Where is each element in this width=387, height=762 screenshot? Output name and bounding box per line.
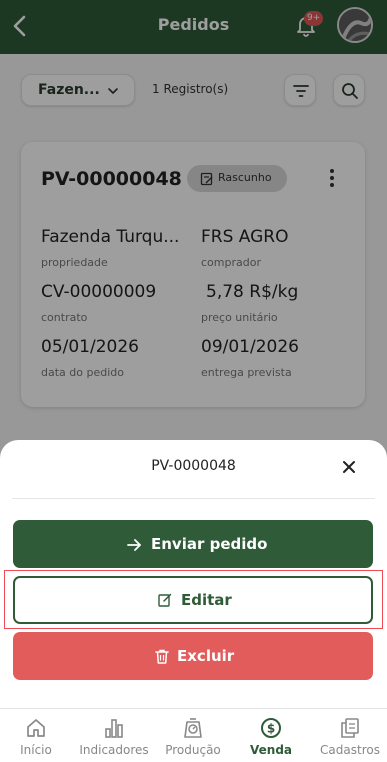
bar-chart-icon — [105, 719, 123, 738]
send-order-label: Enviar pedido — [151, 535, 268, 553]
trash-icon — [155, 649, 169, 664]
tab-producao[interactable]: Produção — [160, 709, 226, 762]
copy-icon — [341, 718, 359, 738]
tab-indicadores[interactable]: Indicadores — [76, 709, 152, 762]
edit-button-highlight — [4, 570, 383, 629]
tab-label: Início — [20, 743, 52, 757]
home-icon — [27, 719, 45, 737]
tab-label: Venda — [250, 743, 292, 757]
delete-button[interactable]: Excluir — [13, 632, 373, 680]
tab-venda[interactable]: $ Venda — [240, 709, 302, 762]
tab-label: Indicadores — [79, 743, 149, 757]
arrow-right-icon — [127, 539, 141, 551]
dollar-circle-icon: $ — [261, 718, 281, 738]
send-order-button[interactable]: Enviar pedido — [13, 520, 373, 568]
tab-cadastros[interactable]: Cadastros — [316, 709, 384, 762]
close-icon[interactable] — [341, 459, 357, 475]
bottom-tab-bar: Início Indicadores Produção $ Venda Cada… — [0, 708, 387, 762]
svg-text:$: $ — [267, 722, 275, 736]
tab-label: Cadastros — [320, 743, 380, 757]
delete-label: Excluir — [177, 647, 235, 665]
scale-icon — [184, 718, 202, 738]
sheet-title: PV-0000048 — [151, 458, 236, 474]
tab-inicio[interactable]: Início — [8, 709, 64, 762]
tab-label: Produção — [165, 743, 221, 757]
sheet-divider — [12, 498, 375, 499]
